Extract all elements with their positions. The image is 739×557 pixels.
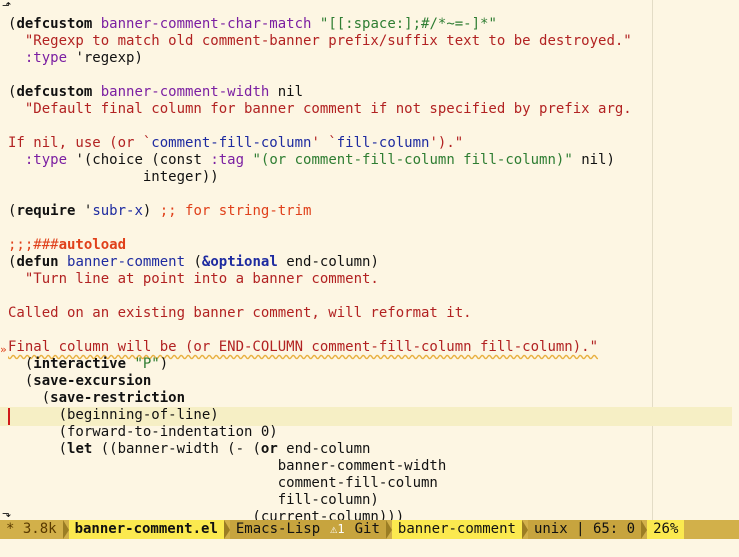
code-line: (forward-to-indentation 0) bbox=[8, 424, 278, 440]
code-line: (let ((banner-width (- (or end-column bbox=[8, 441, 371, 457]
which-function: banner-comment bbox=[391, 520, 522, 539]
code-line: (defcustom banner-comment-char-match "[[… bbox=[8, 16, 497, 32]
code-line: :type 'regexp) bbox=[24, 50, 143, 66]
code-line: (defun banner-comment (&optional end-col… bbox=[8, 254, 379, 270]
flycheck-warning-icon[interactable]: ⚠1 bbox=[326, 520, 349, 539]
code-line: integer)) bbox=[8, 169, 219, 185]
buffer-status: * 3.8k bbox=[6, 521, 57, 537]
code-line: banner-comment-width bbox=[8, 458, 447, 474]
scroll-up-arrow-icon: ⬏ bbox=[2, 0, 12, 12]
fill-column-indicator bbox=[652, 0, 653, 520]
editor-pane[interactable]: ⬏ ⬎ » (defcustom banner-comment-char-mat… bbox=[0, 0, 739, 520]
code-line: (save-excursion bbox=[8, 373, 152, 389]
code-line-current: (beginning-of-line) bbox=[8, 407, 219, 423]
code-line: "Regexp to match old comment-banner pref… bbox=[8, 33, 632, 49]
code-line: ;;;###autoload bbox=[8, 237, 127, 253]
code-line: If nil, use (or `comment-fill-column' `f… bbox=[8, 135, 464, 151]
code-line: (current-column))) bbox=[8, 509, 405, 520]
warning-fringe-icon: » bbox=[0, 343, 7, 356]
major-mode[interactable]: Emacs-Lisp bbox=[229, 520, 327, 539]
buffer-name[interactable]: banner-comment.el bbox=[68, 520, 224, 539]
code-area[interactable]: (defcustom banner-comment-char-match "[[… bbox=[8, 16, 632, 520]
code-line: (defcustom banner-comment-width nil bbox=[8, 84, 304, 100]
code-line: :type '(choice (const :tag "(or comment-… bbox=[24, 152, 615, 168]
vc-branch[interactable]: Git bbox=[348, 520, 386, 539]
code-line: comment-fill-column bbox=[8, 475, 438, 491]
code-line: (save-restriction bbox=[8, 390, 186, 406]
code-line: "Turn line at point into a banner commen… bbox=[8, 271, 379, 287]
mode-line[interactable]: * 3.8k banner-comment.el Emacs-Lisp ⚠1 G… bbox=[0, 520, 739, 539]
code-line: Final column will be (or END-COLUMN comm… bbox=[8, 339, 599, 355]
code-line: Called on an existing banner comment, wi… bbox=[8, 305, 472, 321]
code-line: "Default final column for banner comment… bbox=[8, 101, 632, 117]
code-line: (require 'subr-x) ;; for string-trim bbox=[8, 203, 312, 219]
buffer-percent: 26% bbox=[647, 520, 685, 539]
minibuffer[interactable] bbox=[0, 539, 739, 557]
code-line: (interactive "P") bbox=[8, 356, 169, 372]
encoding-position: unix | 65: 0 bbox=[527, 520, 642, 539]
code-line: fill-column) bbox=[8, 492, 379, 508]
